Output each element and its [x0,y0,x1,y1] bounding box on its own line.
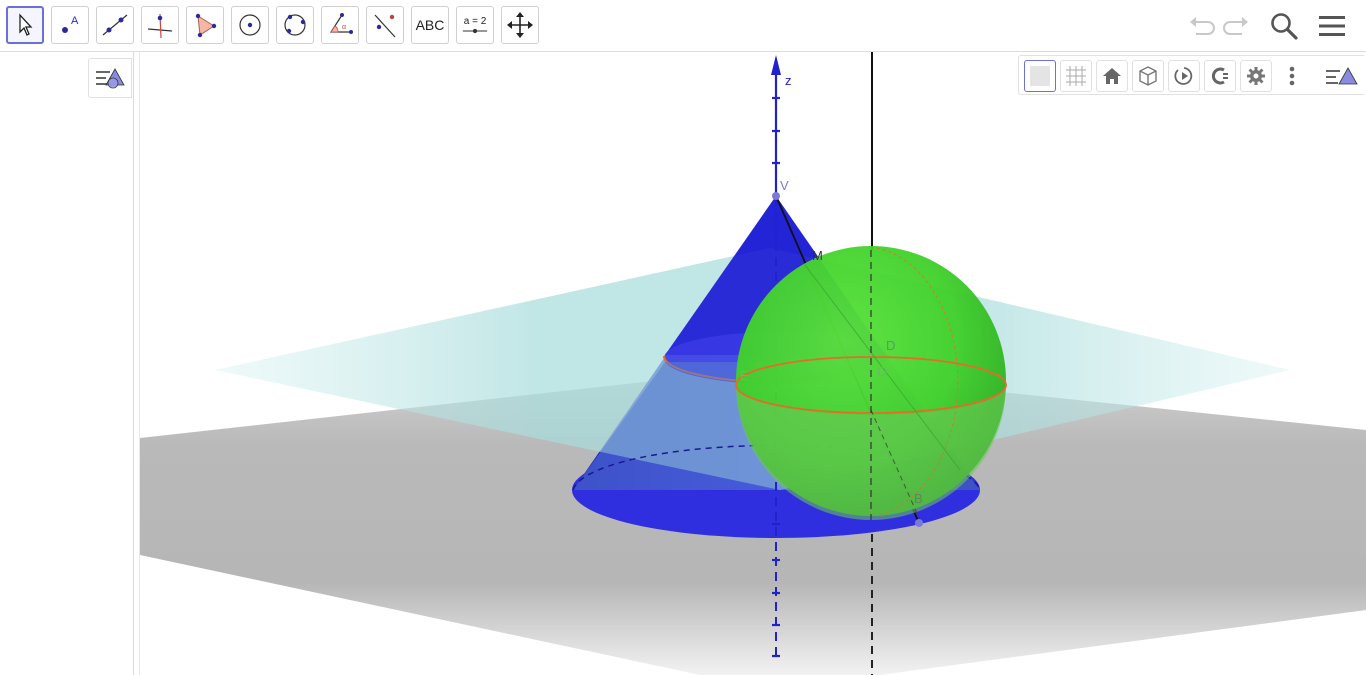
circle-center-icon [239,14,261,36]
line-icon [102,14,128,36]
standard-view-button[interactable] [1096,60,1128,92]
axes-plane-icon [1030,66,1050,86]
tool-point[interactable]: A [51,6,89,44]
graphics-style-bar-toggle[interactable] [1321,60,1361,92]
point-b[interactable] [915,519,923,527]
view-style-bar [1018,55,1364,95]
cube-icon [1139,66,1157,86]
label-e: E [740,368,749,383]
clipping-icon [1211,67,1228,85]
home-icon [1103,68,1121,84]
tool-slider[interactable]: a = 2 [456,6,494,44]
tool-angle[interactable]: α [321,6,359,44]
slider-tool-label: a = 2 [463,15,487,27]
grid-icon [1066,66,1086,86]
view-direction-button[interactable] [1132,60,1164,92]
hamburger-menu-icon [1319,16,1345,36]
clipping-button[interactable] [1204,60,1236,92]
gear-icon [1247,67,1265,85]
toggle-axes-button[interactable] [1024,60,1056,92]
perpendicular-line-icon [147,13,173,39]
undo-button[interactable] [1184,8,1218,44]
tool-move[interactable] [6,6,44,44]
slider-icon [462,28,488,33]
reflect-line-icon [374,14,396,38]
text-tool-label: ABC [415,17,445,33]
angle-icon: α [329,13,353,34]
label-d: D [886,338,895,353]
tool-text[interactable]: ABC [411,6,449,44]
point-icon: A [62,15,79,33]
label-m: M [812,248,823,263]
style-bar-toggle-icon [96,68,125,89]
tool-reflect[interactable] [366,6,404,44]
move-arrows-icon [507,12,533,38]
main-menu-button[interactable] [1314,8,1350,44]
polygon-icon [195,13,217,38]
svg-text:α: α [342,24,346,31]
z-axis-label: z [785,73,792,88]
rotate-view-button[interactable] [1168,60,1200,92]
tool-line[interactable] [96,6,134,44]
label-vertex: V [780,178,789,193]
style-bar-toggle-icon [1326,67,1358,85]
svg-text:A: A [71,15,79,27]
toggle-grid-button[interactable] [1060,60,1092,92]
cursor-arrow-icon [19,13,33,36]
tool-polygon[interactable] [186,6,224,44]
label-o: O [877,364,887,379]
tool-circle-axis[interactable] [231,6,269,44]
search-button[interactable] [1266,8,1302,44]
undo-icon [1190,17,1215,35]
redo-button[interactable] [1220,8,1254,44]
scene-3d: z V B D E O M [140,52,1366,675]
more-options-button[interactable] [1276,60,1308,92]
rotate-play-icon [1174,67,1193,85]
graphics-3d-view[interactable]: z V B D E O M [140,52,1366,675]
tool-circle-3-points[interactable] [276,6,314,44]
tool-perpendicular-line[interactable] [141,6,179,44]
point-vertex[interactable] [772,192,780,200]
tool-move-graphics[interactable] [501,6,539,44]
redo-icon [1223,17,1248,35]
z-axis-arrow [771,55,781,75]
more-vertical-icon [1289,66,1295,86]
settings-button[interactable] [1240,60,1272,92]
algebra-view [0,52,134,675]
circle-three-points-icon [284,14,306,36]
search-icon [1271,13,1298,40]
label-b: B [914,491,923,506]
main-toolbar: A α ABC a = 2 [0,0,1366,52]
algebra-style-bar-button[interactable] [88,58,132,98]
